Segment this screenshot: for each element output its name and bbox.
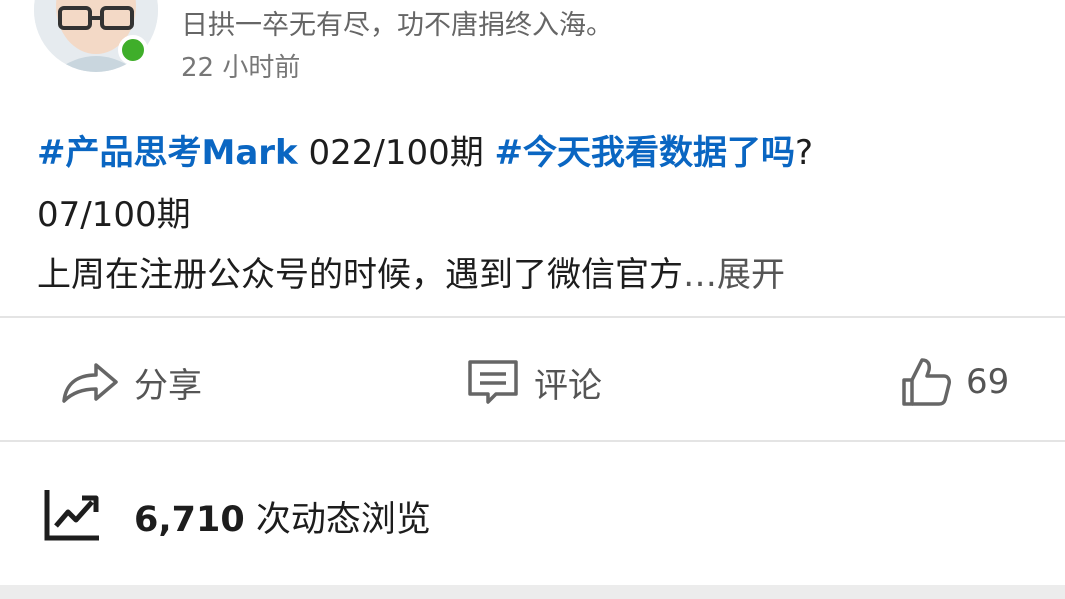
analytics-trend-icon [42,486,102,546]
post-text-line-2: 07/100期 [37,195,191,235]
like-count: 69 [966,362,1010,402]
views-text: 6,710 次动态浏览 [134,491,431,542]
views-row[interactable]: 6,710 次动态浏览 [42,484,431,548]
hashtag-link[interactable]: #今天我看数据了吗 [495,133,796,173]
views-label: 次动态浏览 [244,499,431,540]
divider [0,316,1065,318]
post-text: 上周在注册公众号的时候，遇到了微信官方 [37,255,683,295]
post-card: 日拱一卒无有尽，功不唐捐终入海。 22 小时前 #产品思考Mark 022/10… [0,0,1065,585]
online-status-icon [118,35,148,65]
post-text: 022/100期 [297,133,495,173]
share-icon [60,357,120,407]
share-label: 分享 [134,365,202,406]
views-count: 6,710 [134,499,245,540]
comment-button[interactable]: 评论 [466,352,602,412]
post-text: ? [795,133,814,173]
hashtag-link[interactable]: #产品思考Mark [37,133,298,173]
comment-label: 评论 [534,365,602,406]
like-button[interactable]: 69 [900,352,1009,412]
comment-icon [466,358,520,406]
post-text-line-1: #产品思考Mark 022/100期 #今天我看数据了吗? [37,125,813,174]
expand-link[interactable]: …展开 [683,255,785,295]
post-text-line-3: 上周在注册公众号的时候，遇到了微信官方…展开 [37,247,785,296]
author-headline: 日拱一卒无有尽，功不唐捐终入海。 [181,10,613,41]
divider [0,440,1065,442]
share-button[interactable]: 分享 [60,352,202,412]
post-time: 22 小时前 [181,53,301,83]
like-icon [900,356,952,408]
